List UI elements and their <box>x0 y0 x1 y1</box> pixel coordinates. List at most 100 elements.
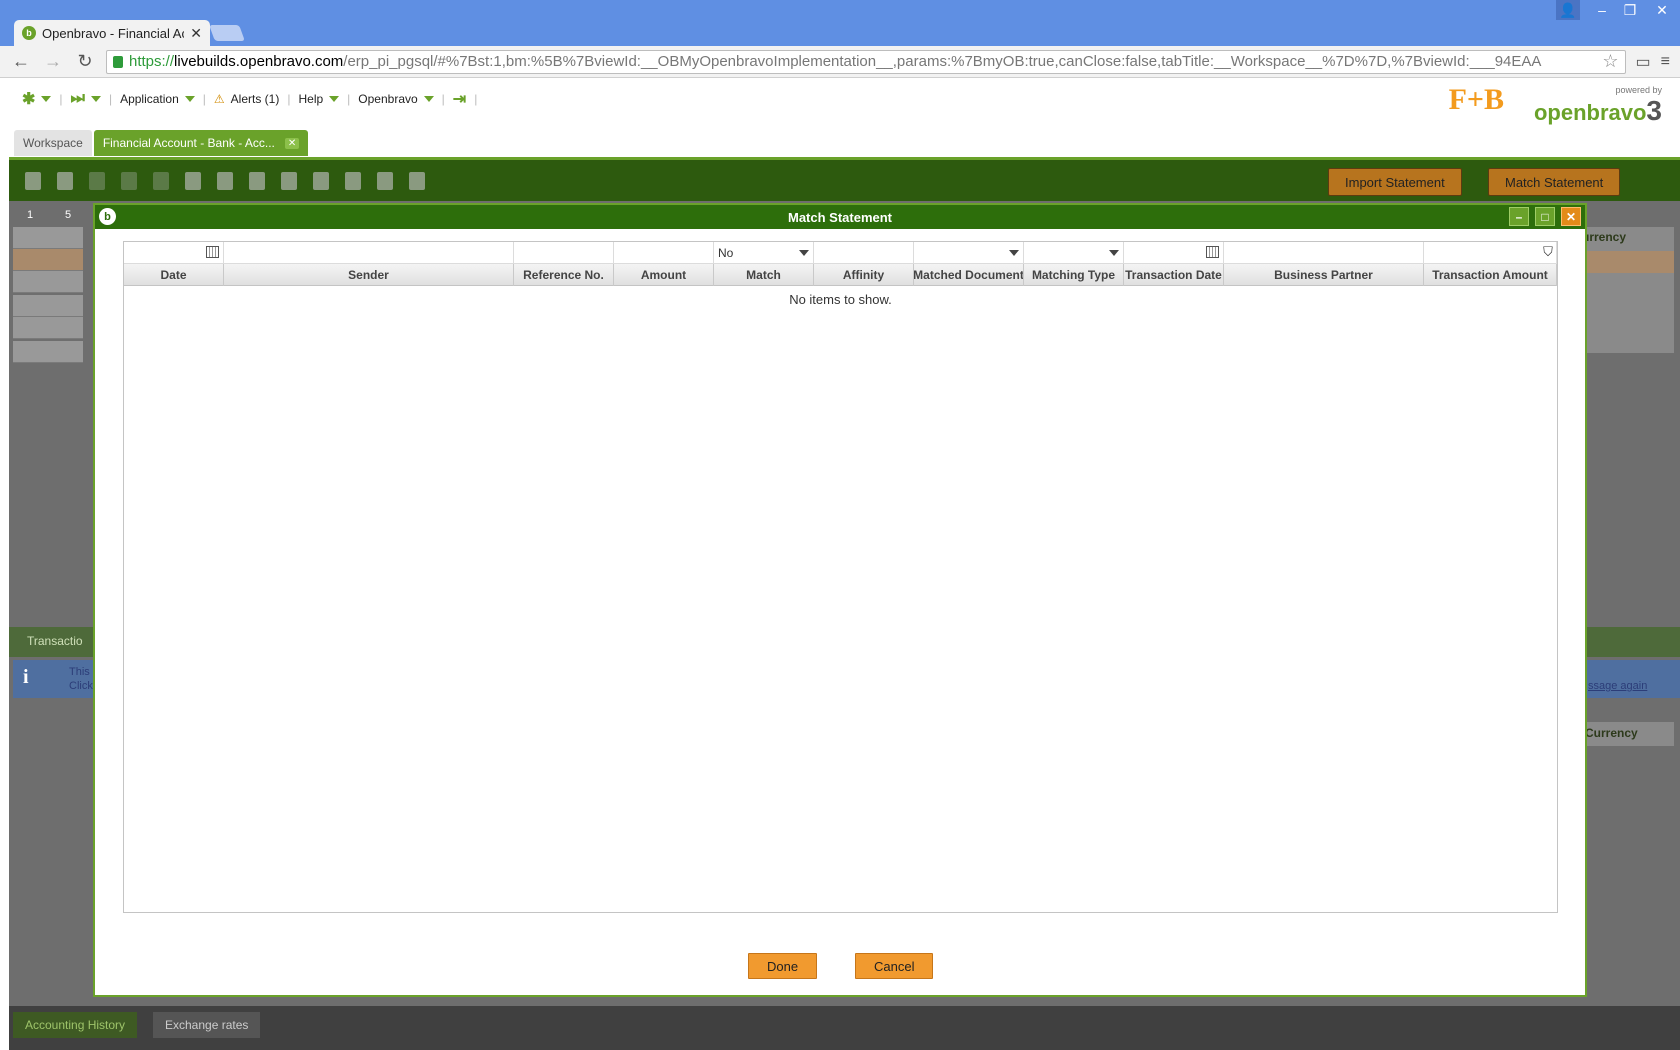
save-icon[interactable] <box>89 172 105 190</box>
minimize-dialog-button[interactable]: – <box>1509 207 1529 226</box>
alerts-link[interactable]: ⚠ Alerts (1) <box>214 92 279 106</box>
column-header-transaction-amount[interactable]: Transaction Amount <box>1424 264 1557 286</box>
column-header-amount[interactable]: Amount <box>614 264 714 286</box>
close-dialog-button[interactable]: ✕ <box>1561 207 1581 226</box>
column-header-business-partner[interactable]: Business Partner <box>1224 264 1424 286</box>
application-menu[interactable]: Application <box>120 92 195 106</box>
logout-button[interactable]: ⇥ <box>453 89 466 109</box>
nav-separator: | <box>287 92 291 106</box>
audit-trail-icon[interactable] <box>313 172 329 190</box>
cast-icon[interactable]: ▭ <box>1636 52 1651 72</box>
filter-transaction-amount[interactable]: ⛉ <box>1424 242 1557 264</box>
browser-menu-icon[interactable]: ≡ <box>1661 53 1670 71</box>
help-menu[interactable]: Help <box>298 92 340 106</box>
column-header-matching-type[interactable]: Matching Type <box>1024 264 1124 286</box>
address-bar[interactable]: https://livebuilds.openbravo.com/erp_pi_… <box>106 49 1626 74</box>
bookmark-star-icon[interactable]: ☆ <box>1602 51 1618 72</box>
close-tab-icon[interactable]: ✕ <box>190 25 202 42</box>
openbravo-menu[interactable]: Openbravo <box>358 92 434 106</box>
warning-icon: ⚠ <box>213 92 225 106</box>
new-tab-button[interactable] <box>209 25 245 41</box>
bg-table-row <box>13 271 83 293</box>
bg-info-text-1: This <box>69 666 90 678</box>
url-scheme: https:// <box>129 53 175 70</box>
match-statement-button[interactable]: Match Statement <box>1488 168 1621 196</box>
show-message-again-link[interactable]: ssage again <box>1588 680 1647 692</box>
tab-financial-account-label: Financial Account - Bank - Acc... <box>102 136 275 150</box>
minimize-window-button[interactable]: – <box>1588 0 1616 20</box>
filter-match-value: No <box>718 246 734 260</box>
chevron-down-icon <box>423 96 434 102</box>
tools-icon[interactable] <box>377 172 393 190</box>
bg-currency-cells <box>1580 273 1674 353</box>
tab-accounting-history[interactable]: Accounting History <box>13 1012 138 1038</box>
forward-icon[interactable]: → <box>42 51 64 72</box>
openbravo-favicon-icon: b <box>22 26 36 40</box>
back-icon[interactable]: ← <box>10 51 32 72</box>
bg-column-number: 1 <box>27 209 34 221</box>
import-statement-button[interactable]: Import Statement <box>1328 168 1462 196</box>
bg-table-row <box>13 295 83 317</box>
link-icon[interactable] <box>345 172 361 190</box>
delete-icon[interactable] <box>185 172 201 190</box>
reload-icon[interactable]: ↻ <box>74 51 96 72</box>
bg-currency-header: urrency <box>1582 230 1627 244</box>
filter-sender[interactable] <box>224 242 514 264</box>
chevron-down-icon[interactable] <box>1109 250 1119 256</box>
bg-info-text-2: Click <box>69 680 93 692</box>
funnel-filter-icon[interactable]: ⛉ <box>1541 245 1555 259</box>
filter-business-partner[interactable] <box>1224 242 1424 264</box>
close-icon[interactable]: ✕ <box>284 137 300 149</box>
save-close-icon[interactable] <box>121 172 137 190</box>
cancel-button[interactable]: Cancel <box>855 953 934 979</box>
maximize-window-button[interactable]: ❐ <box>1616 0 1644 20</box>
fast-forward-icon: ⏭ <box>70 90 85 107</box>
dialog-title: Match Statement <box>787 209 893 225</box>
filter-affinity[interactable] <box>814 242 914 264</box>
new-row-icon[interactable] <box>57 172 73 190</box>
column-header-transaction-date[interactable]: Transaction Date <box>1124 264 1224 286</box>
done-button[interactable]: Done <box>748 953 818 979</box>
version-number: 3 <box>1646 95 1662 126</box>
grid-view-icon[interactable] <box>409 172 425 190</box>
column-header-date[interactable]: Date <box>124 264 224 286</box>
column-header-matched-document[interactable]: Matched Document <box>914 264 1024 286</box>
quick-create-menu[interactable]: ✱ <box>22 89 52 109</box>
user-profile-icon[interactable]: 👤 <box>1556 0 1580 20</box>
filter-match[interactable]: No <box>714 242 814 264</box>
export-icon[interactable] <box>249 172 265 190</box>
refresh-icon[interactable] <box>217 172 233 190</box>
filter-matched-document[interactable] <box>914 242 1024 264</box>
filter-reference-no[interactable] <box>514 242 614 264</box>
calendar-icon[interactable] <box>206 246 219 258</box>
openbravo-brand-text: openbravo <box>1533 100 1647 125</box>
column-header-sender[interactable]: Sender <box>224 264 514 286</box>
filter-transaction-date[interactable] <box>1124 242 1224 264</box>
close-window-button[interactable]: ✕ <box>1644 0 1680 20</box>
column-header-reference-no[interactable]: Reference No. <box>514 264 614 286</box>
undo-icon[interactable] <box>153 172 169 190</box>
url-text: https://livebuilds.openbravo.com/erp_pi_… <box>129 53 1596 70</box>
filter-matching-type[interactable] <box>1024 242 1124 264</box>
maximize-dialog-button[interactable]: □ <box>1535 207 1555 226</box>
statement-lines-grid: No ⛉ Date Sender Reference No. Amount Ma… <box>123 241 1558 913</box>
chevron-down-icon <box>90 96 101 102</box>
calendar-icon[interactable] <box>1206 246 1219 258</box>
new-document-icon[interactable] <box>25 172 41 190</box>
nav-separator: | <box>347 92 351 106</box>
tab-exchange-rates[interactable]: Exchange rates <box>153 1012 261 1038</box>
tab-workspace[interactable]: Workspace <box>14 130 92 156</box>
filter-date[interactable] <box>124 242 224 264</box>
column-header-affinity[interactable]: Affinity <box>814 264 914 286</box>
chevron-down-icon[interactable] <box>799 250 809 256</box>
filter-amount[interactable] <box>614 242 714 264</box>
asterisk-icon: ✱ <box>22 91 36 108</box>
chevron-down-icon[interactable] <box>1009 250 1019 256</box>
attachment-icon[interactable] <box>281 172 297 190</box>
openbravo-logo-icon: b <box>99 208 116 225</box>
nav-separator: | <box>474 92 478 106</box>
browser-tab[interactable]: b Openbravo - Financial Acc ✕ <box>14 20 210 46</box>
column-header-match[interactable]: Match <box>714 264 814 286</box>
tab-financial-account[interactable]: Financial Account - Bank - Acc... ✕ <box>93 130 309 156</box>
quick-launch-menu[interactable]: ⏭ <box>71 90 101 108</box>
